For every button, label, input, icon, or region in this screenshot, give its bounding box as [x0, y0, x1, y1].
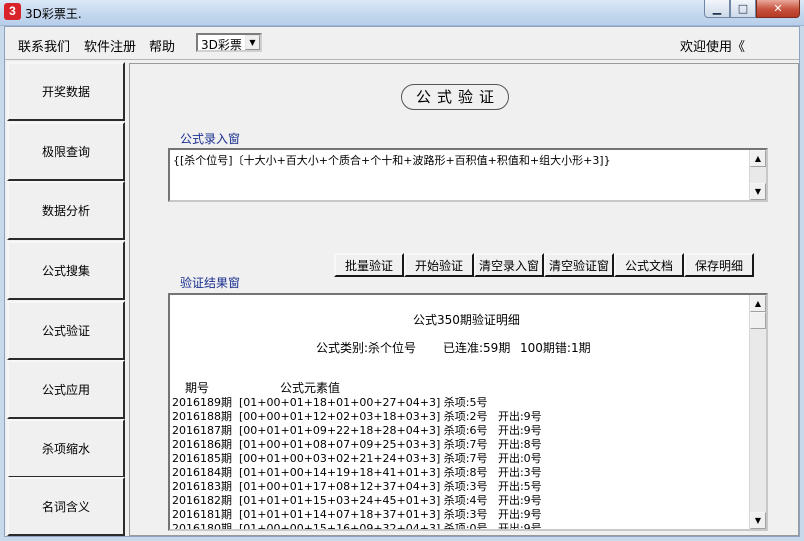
scroll-down-icon[interactable]: ▼: [750, 183, 766, 200]
table-row: 2016180期 [01+00+00+15+16+09+32+04+3] 杀项:…: [172, 522, 542, 529]
formula-input[interactable]: {[杀个位号]〔十大小+百大小+个质合+个十和+波路形+百积值+积值和+组大小形…: [168, 148, 768, 202]
minimize-button[interactable]: ▁: [704, 0, 730, 18]
result-summary-type: 公式类别:杀个位号: [316, 341, 417, 355]
result-content: 公式350期验证明细 公式类别:杀个位号 已连准:59期 100期错:1期 期号…: [170, 295, 749, 529]
nav-formula-apply[interactable]: 公式应用: [7, 360, 125, 419]
menu-bar: 联系我们 软件注册 帮助 3D彩票 ▼ 欢迎使用《: [5, 27, 799, 60]
result-summary-hit: 已连准:59期: [443, 341, 511, 355]
save-detail-button[interactable]: 保存明细: [684, 253, 754, 277]
clear-result-button[interactable]: 清空验证窗: [544, 253, 614, 277]
scroll-up-icon[interactable]: ▲: [750, 295, 766, 312]
menu-contact[interactable]: 联系我们: [18, 36, 70, 55]
batch-verify-button[interactable]: 批量验证: [334, 253, 404, 277]
scroll-down-icon[interactable]: ▼: [750, 512, 766, 529]
client-area: 联系我们 软件注册 帮助 3D彩票 ▼ 欢迎使用《 开奖数据 极限查询 数据分析…: [4, 26, 800, 537]
menu-help[interactable]: 帮助: [149, 36, 175, 55]
nav-data-analysis[interactable]: 数据分析: [7, 181, 125, 240]
app-logo-icon: 3: [4, 3, 21, 20]
formula-doc-button[interactable]: 公式文档: [614, 253, 684, 277]
window-controls: ▁ □ ✕: [704, 0, 800, 18]
panel-title: 公式验证: [401, 84, 509, 110]
maximize-button[interactable]: □: [730, 0, 756, 18]
result-scrollbar[interactable]: ▲ ▼: [749, 295, 766, 529]
result-label: 验证结果窗: [180, 276, 241, 290]
clear-input-button[interactable]: 清空录入窗: [474, 253, 544, 277]
lottery-type-value: 3D彩票: [201, 38, 242, 52]
sidebar-nav: 开奖数据 极限查询 数据分析 公式搜集 公式验证 公式应用 杀项缩水 名词含义: [5, 60, 129, 536]
start-verify-button[interactable]: 开始验证: [404, 253, 474, 277]
formula-verify-panel: 公式验证 公式录入窗 {[杀个位号]〔十大小+百大小+个质合+个十和+波路形+百…: [129, 63, 799, 536]
formula-input-label: 公式录入窗: [180, 132, 241, 146]
nav-kill-shrink[interactable]: 杀项缩水: [7, 419, 125, 478]
lottery-type-select[interactable]: 3D彩票 ▼: [196, 33, 262, 52]
chevron-down-icon[interactable]: ▼: [245, 35, 260, 50]
formula-input-text: {[杀个位号]〔十大小+百大小+个质合+个十和+波路形+百积值+积值和+组大小形…: [173, 154, 611, 167]
nav-draw-data[interactable]: 开奖数据: [7, 62, 125, 121]
result-window[interactable]: 公式350期验证明细 公式类别:杀个位号 已连准:59期 100期错:1期 期号…: [168, 293, 768, 531]
scroll-up-icon[interactable]: ▲: [750, 150, 766, 167]
window-title: 3D彩票王.: [25, 7, 82, 21]
nav-limit-query[interactable]: 极限查询: [7, 122, 125, 181]
result-summary-miss: 100期错:1期: [520, 341, 591, 355]
maximize-icon: □: [737, 2, 749, 15]
formula-scrollbar[interactable]: ▲ ▼: [749, 150, 766, 200]
result-heading: 公式350期验证明细: [413, 313, 520, 327]
menu-register[interactable]: 软件注册: [84, 36, 136, 55]
welcome-text: 欢迎使用《: [680, 40, 746, 55]
close-button[interactable]: ✕: [756, 0, 800, 18]
nav-glossary[interactable]: 名词含义: [7, 477, 125, 536]
nav-formula-verify[interactable]: 公式验证: [7, 301, 125, 360]
minimize-icon: ▁: [712, 2, 722, 15]
title-bar: 3 3D彩票王. ▁ □ ✕: [0, 0, 804, 26]
nav-formula-collect[interactable]: 公式搜集: [7, 241, 125, 300]
scroll-thumb[interactable]: [750, 312, 766, 329]
action-buttons: 批量验证 开始验证 清空录入窗 清空验证窗 公式文档 保存明细: [334, 253, 754, 277]
close-icon: ✕: [773, 2, 783, 15]
